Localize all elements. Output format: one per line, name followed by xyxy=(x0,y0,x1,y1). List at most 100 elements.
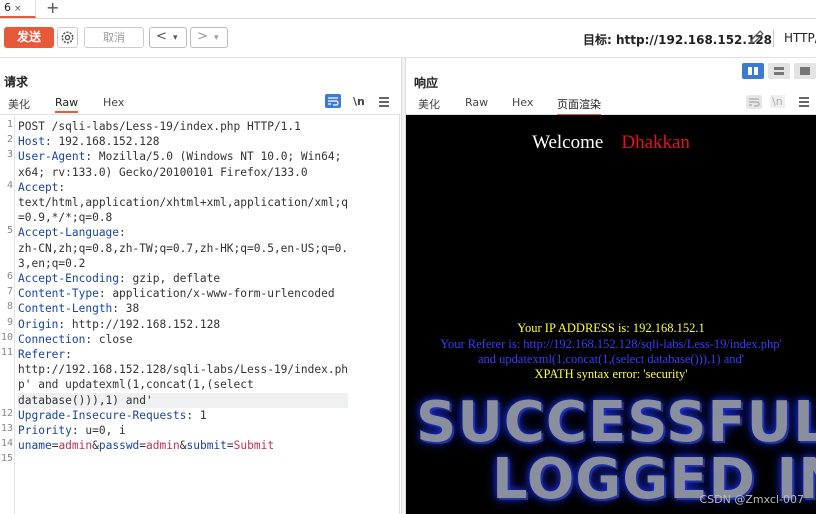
menu-icon[interactable] xyxy=(376,95,392,109)
line-number: 13 xyxy=(1,423,14,434)
line-number: 14 xyxy=(1,438,14,450)
line-number: 5 xyxy=(6,225,13,237)
code-line: x64; rv:133.0) Gecko/20100101 Firefox/13… xyxy=(18,165,348,180)
param-key: submit xyxy=(186,439,227,453)
code-text: database())),1) and' xyxy=(18,393,153,407)
layout-single-icon[interactable] xyxy=(794,63,816,79)
layout-side-by-side-icon[interactable] xyxy=(742,63,764,79)
header-name: Content-Length xyxy=(18,302,113,316)
new-tab-button[interactable]: + xyxy=(46,0,59,17)
header-value: http://192.168.152.128 xyxy=(71,317,221,331)
wrap-icon[interactable] xyxy=(325,94,341,108)
code-line: p' and updatexml(1,concat(1,(select xyxy=(18,377,348,392)
header-name: User-Agent xyxy=(18,150,86,164)
line-gutter: 1 2 3 4 5 6 7 8 9 10 11 12 13 14 15 xyxy=(0,115,15,514)
code-line: User-Agent: Mozilla/5.0 (Windows NT 10.0… xyxy=(18,150,342,164)
line-number: 9 xyxy=(6,316,13,328)
back-button-group[interactable]: < ▾ xyxy=(149,27,187,48)
newline-toggle[interactable]: \n xyxy=(770,95,785,108)
line-number: 15 xyxy=(1,453,14,465)
line-number: 3 xyxy=(6,149,13,161)
code-text: =0.9,*/*;q=0.8 xyxy=(18,211,113,225)
code-text: 3,en;q=0.2 xyxy=(18,256,86,270)
divider xyxy=(773,29,774,47)
header-name: Accept-Encoding xyxy=(18,272,120,286)
referer-line-2: and updatexml(1,concat(1,(select databas… xyxy=(477,352,744,366)
header-value: close xyxy=(98,332,133,346)
param-value: admin xyxy=(146,439,180,453)
code-line: Origin: http://192.168.152.128 xyxy=(18,317,221,331)
send-button[interactable]: 发送 xyxy=(4,27,54,48)
request-pane: 请求 美化 Raw Hex \n 1 2 3 4 5 6 7 8 9 10 11 12 13 14 15 P… xyxy=(0,58,400,514)
code-line: POST /sqli-labs/Less-19/index.php HTTP/1… xyxy=(18,119,348,134)
request-code[interactable]: POST /sqli-labs/Less-19/index.php HTTP/1… xyxy=(18,119,349,453)
toolbar: 发送 取消 < ▾ > ▾ 目标: http://192.168.152.128… xyxy=(0,19,816,58)
tab-render[interactable]: 页面渲染 xyxy=(557,96,601,116)
tab-pretty[interactable]: 美化 xyxy=(8,96,30,112)
header-name: Host xyxy=(18,135,45,149)
code-line: Connection: close xyxy=(18,332,133,346)
response-title: 响应 xyxy=(414,76,439,90)
tab-raw[interactable]: Raw xyxy=(55,96,79,113)
tab-pretty[interactable]: 美化 xyxy=(418,96,440,112)
line-number: 2 xyxy=(6,134,13,146)
code-line: http://192.168.152.128/sqli-labs/Less-19… xyxy=(18,362,348,377)
layout-stacked-icon[interactable] xyxy=(768,63,790,79)
code-line: Accept-Encoding: gzip, deflate xyxy=(18,272,221,286)
header-value: 192.168.152.128 xyxy=(58,135,160,149)
tab-bar: 6 × + xyxy=(0,0,816,19)
cancel-button[interactable]: 取消 xyxy=(84,27,144,48)
back-dropdown-icon[interactable]: ▾ xyxy=(173,29,178,47)
username-text: Dhakkan xyxy=(621,132,690,153)
header-name: Origin xyxy=(18,317,59,331)
referer-line-1: Your Referer is: http://192.168.152.128/… xyxy=(440,337,782,351)
http-version[interactable]: HTTP/ xyxy=(784,31,816,45)
param-key: uname xyxy=(18,439,52,453)
code-line: 3,en;q=0.2 xyxy=(18,256,348,271)
tab-hex[interactable]: Hex xyxy=(103,96,124,109)
code-line: Priority: u=0, i xyxy=(18,424,126,438)
header-name: Priority xyxy=(18,424,72,438)
param-value: admin xyxy=(58,439,93,453)
param-key: passwd xyxy=(98,439,140,453)
forward-dropdown-icon[interactable]: ▾ xyxy=(214,29,219,47)
target-label: 目标: http://192.168.152.128 xyxy=(583,33,773,47)
welcome-text: Welcome xyxy=(532,132,604,153)
header-name: Accept xyxy=(18,180,59,194)
line-number: 8 xyxy=(6,301,13,313)
rendered-page: Welcome Dhakkan Your IP ADDRESS is: 192.1… xyxy=(406,115,816,514)
param-value: Submit xyxy=(233,439,275,453)
code-text: x64; rv:133.0) Gecko/20100101 Firefox/13… xyxy=(18,165,308,179)
successful-banner: SUCCESSFUL xyxy=(416,390,816,455)
code-line: uname=admin&passwd=admin&submit=Submit xyxy=(18,439,275,453)
forward-icon[interactable]: > xyxy=(197,28,208,46)
tab-hex[interactable]: Hex xyxy=(512,96,533,109)
close-icon[interactable]: × xyxy=(14,4,22,14)
view-layout-toggle[interactable] xyxy=(742,63,816,79)
code-line: database())),1) and' xyxy=(18,392,349,408)
header-value: Mozilla/5.0 (Windows NT 10.0; Win64; xyxy=(98,150,342,164)
xpath-error-line: XPATH syntax error: 'security' xyxy=(534,367,688,381)
settings-button[interactable] xyxy=(57,27,78,48)
response-pane: 响应 美化 Raw Hex 页面渲染 \n Welcome Dhakkan You… xyxy=(406,58,816,514)
forward-button-group[interactable]: > ▾ xyxy=(190,27,228,48)
tab-raw[interactable]: Raw xyxy=(465,96,488,109)
line-number: 1 xyxy=(6,119,13,130)
newline-toggle[interactable]: \n xyxy=(353,95,365,108)
header-value: gzip, deflate xyxy=(132,272,221,286)
code-line: zh-CN,zh;q=0.8,zh-TW;q=0.7,zh-HK;q=0.5,e… xyxy=(18,241,348,256)
welcome-heading: Welcome Dhakkan xyxy=(406,132,816,154)
request-editor[interactable]: 1 2 3 4 5 6 7 8 9 10 11 12 13 14 15 POST /sqli-labs/Le… xyxy=(0,115,400,514)
code-text: POST /sqli-labs/Less-19/index.php HTTP/1… xyxy=(18,120,301,133)
code-line: Content-Type: application/x-www-form-url… xyxy=(18,287,335,301)
wrap-icon[interactable] xyxy=(746,95,762,109)
line-number: 6 xyxy=(6,271,13,282)
header-name: Content-Type xyxy=(18,287,99,301)
pencil-icon[interactable] xyxy=(748,28,766,46)
code-text: zh-CN,zh;q=0.8,zh-TW;q=0.7,zh-HK;q=0.5,e… xyxy=(18,241,349,255)
tab-6[interactable]: 6 × xyxy=(0,0,36,18)
code-line: =0.9,*/*;q=0.8 xyxy=(18,210,348,225)
menu-icon[interactable] xyxy=(796,95,812,109)
line-number: 7 xyxy=(6,286,13,298)
back-icon[interactable]: < xyxy=(156,28,167,46)
